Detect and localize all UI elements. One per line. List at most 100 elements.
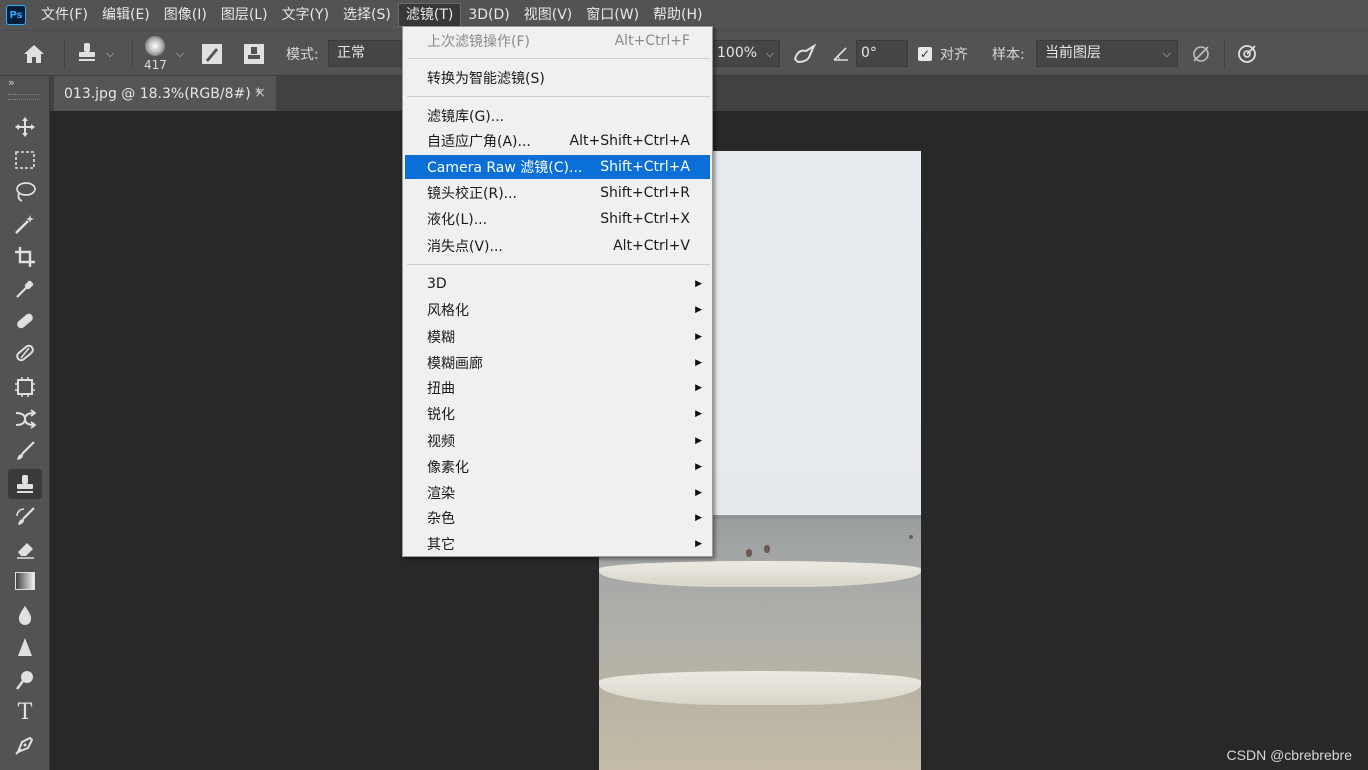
ignore-adjustment-layers-icon[interactable] [1190,31,1212,77]
history-brush-tool[interactable] [8,502,42,532]
menu-item-label: 杂色 [427,511,455,527]
submenu-other[interactable]: 其它 ▶ [405,532,710,556]
submenu-sharpen[interactable]: 锐化 ▶ [405,402,710,426]
checkbox-checked-icon: ✓ [918,47,932,61]
brush-settings-icon[interactable] [200,31,224,77]
menu-item-shortcut: Alt+Ctrl+F [614,33,690,49]
clone-stamp-tool[interactable] [8,469,42,499]
photoshop-logo: Ps [6,5,26,25]
blur-tool[interactable] [8,600,42,630]
pen-tool[interactable] [8,730,42,760]
gradient-tool[interactable] [8,566,42,596]
swimmer [909,535,913,539]
sharpen-tool[interactable] [8,632,42,662]
tools-panel: » T [0,76,50,770]
healing-brush-tool[interactable] [8,306,42,336]
close-icon[interactable]: × [254,85,266,101]
lasso-tool[interactable] [8,177,42,207]
sample-label: 样本: [992,47,1025,63]
panel-grip[interactable] [8,94,40,100]
marquee-tool[interactable] [8,145,42,175]
panel-collapse-icon[interactable]: » [8,76,15,89]
menu-item-label: 其它 [427,537,455,553]
submenu-render[interactable]: 渲染 ▶ [405,481,710,505]
angle-icon [832,31,850,77]
brush-tool[interactable] [8,436,42,466]
submenu-noise[interactable]: 杂色 ▶ [405,506,710,530]
crop-tool[interactable] [8,242,42,272]
menu-separator [407,264,710,265]
chevron-down-icon[interactable]: ⌵ [176,31,184,77]
submenu-video[interactable]: 视频 ▶ [405,429,710,453]
menu-item-adaptive-wide-angle[interactable]: 自适应广角(A)... Alt+Shift+Ctrl+A [405,129,710,153]
flow-input[interactable]: 100% ⌵ [712,40,780,67]
bandage-tool[interactable] [8,338,42,368]
sample-value: 当前图层 [1045,45,1101,61]
menu-3d[interactable]: 3D(D) [461,3,516,27]
menu-item-shortcut: Alt+Ctrl+V [613,238,690,254]
menu-window[interactable]: 窗口(W) [579,3,646,27]
type-tool[interactable]: T [8,697,42,727]
menu-edit[interactable]: 编辑(E) [95,3,157,27]
watermark: CSDN @cbrebrebre [1226,747,1352,763]
menu-item-last-filter[interactable]: 上次滤镜操作(F) Alt+Ctrl+F [405,29,710,53]
angle-input[interactable]: 0° [856,40,908,67]
menu-image[interactable]: 图像(I) [157,3,214,27]
dodge-tool[interactable] [8,665,42,695]
document-tab[interactable]: 013.jpg @ 18.3%(RGB/8#) * × [54,76,276,111]
menu-item-vanishing-point[interactable]: 消失点(V)... Alt+Ctrl+V [405,234,710,258]
menu-item-label: 扭曲 [427,381,455,397]
menu-layer[interactable]: 图层(L) [214,3,275,27]
menu-item-lens-correction[interactable]: 镜头校正(R)... Shift+Ctrl+R [405,181,710,205]
content-aware-move-tool[interactable] [8,404,42,434]
magic-wand-tool[interactable] [8,209,42,239]
frame-tool[interactable] [8,372,42,402]
eyedropper-tool[interactable] [8,274,42,304]
wave-foam [599,671,921,705]
eraser-tool[interactable] [8,534,42,564]
menu-item-shortcut: Shift+Ctrl+R [600,185,690,201]
tool-preset-picker[interactable]: ⌵ [76,31,114,77]
submenu-stylize[interactable]: 风格化 ▶ [405,298,710,322]
menu-item-liquify[interactable]: 液化(L)... Shift+Ctrl+X [405,207,710,231]
swimmer [764,545,770,553]
move-tool[interactable] [8,112,42,142]
menu-item-label: 消失点(V)... [427,239,503,255]
menu-item-filter-gallery[interactable]: 滤镜库(G)... [405,104,710,128]
menu-item-shortcut: Alt+Shift+Ctrl+A [569,133,690,149]
menu-item-label: 模糊 [427,330,455,346]
mode-select[interactable]: 正常 [328,40,404,67]
clone-source-icon[interactable] [242,31,266,77]
menu-item-convert-smart-filter[interactable]: 转换为智能滤镜(S) [405,66,710,90]
wave-foam [599,561,921,587]
menu-item-label: 渲染 [427,486,455,502]
pressure-size-icon[interactable] [1236,31,1258,77]
submenu-blur-gallery[interactable]: 模糊画廊 ▶ [405,351,710,375]
submenu-blur[interactable]: 模糊 ▶ [405,325,710,349]
sample-select[interactable]: 当前图层 ⌵ [1036,40,1178,67]
menu-type[interactable]: 文字(Y) [275,3,336,27]
menu-filter[interactable]: 滤镜(T) [397,3,462,27]
chevron-down-icon: ⌵ [1162,47,1171,60]
chevron-down-icon: ⌵ [765,47,774,60]
menu-item-camera-raw[interactable]: Camera Raw 滤镜(C)... Shift+Ctrl+A [405,155,710,179]
home-icon[interactable] [22,31,46,77]
airbrush-icon[interactable] [792,31,818,77]
submenu-distort[interactable]: 扭曲 ▶ [405,376,710,400]
submenu-arrow-icon: ▶ [695,332,702,342]
menu-file[interactable]: 文件(F) [34,3,95,27]
submenu-3d[interactable]: 3D ▶ [405,272,710,296]
menu-item-shortcut: Shift+Ctrl+A [600,159,690,175]
submenu-arrow-icon: ▶ [695,539,702,549]
submenu-pixelate[interactable]: 像素化 ▶ [405,455,710,479]
menu-item-shortcut: Shift+Ctrl+X [600,211,690,227]
submenu-arrow-icon: ▶ [695,409,702,419]
menu-help[interactable]: 帮助(H) [646,3,709,27]
brush-preset-picker[interactable]: 417 [144,31,167,77]
menu-select[interactable]: 选择(S) [336,3,398,27]
submenu-arrow-icon: ▶ [695,436,702,446]
align-checkbox[interactable]: ✓ 对齐 [918,31,968,77]
menu-item-label: 像素化 [427,460,469,476]
menu-item-label: 风格化 [427,303,469,319]
menu-view[interactable]: 视图(V) [517,3,580,27]
